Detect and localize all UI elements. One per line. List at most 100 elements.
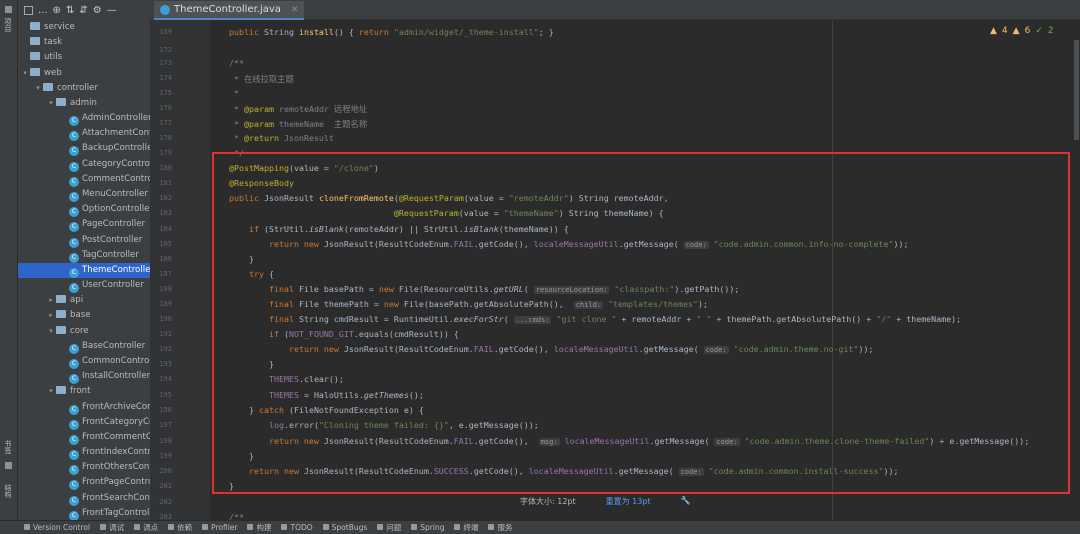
expand-arrow-icon[interactable]: ▸ [46, 293, 56, 308]
tree-folder[interactable]: ▸ base [18, 308, 150, 323]
expand-arrow-icon[interactable]: ▾ [46, 96, 56, 111]
collapse-icon[interactable]: ⇅ [66, 5, 74, 16]
status-tool-window[interactable]: 依赖 [168, 522, 192, 533]
tree-class-item[interactable]: C BaseController [18, 339, 150, 354]
code-line[interactable]: * @param themeName 主题名称 [229, 118, 367, 130]
tree-class-item[interactable]: C TagController [18, 248, 150, 263]
java-class-icon: C [69, 237, 79, 248]
tree-class-item[interactable]: C UserController [18, 278, 150, 294]
expand-arrow-icon[interactable]: ▾ [46, 384, 56, 399]
minimize-icon[interactable]: — [107, 5, 117, 16]
tree-item-label: web [44, 67, 62, 78]
code-line[interactable]: * [229, 88, 239, 98]
tool-window-icon [202, 524, 209, 530]
folder-icon [30, 52, 40, 61]
tree-class-item[interactable]: C AttachmentContr [18, 126, 150, 142]
project-icon[interactable] [5, 6, 12, 13]
code-line[interactable]: /** [229, 58, 244, 68]
tree-folder[interactable]: ▾ core [18, 324, 150, 339]
line-number: 177 [159, 119, 172, 127]
tree-item-label: PostController [82, 234, 143, 245]
status-tool-label: Version Control [33, 523, 91, 532]
status-tool-label: 调试 [109, 523, 125, 532]
expand-arrow-icon[interactable]: ▾ [46, 324, 56, 339]
code-line[interactable]: * 在线拉取主题 [229, 73, 294, 85]
editor-scrollbar[interactable] [1074, 40, 1079, 140]
expand-arrow-icon[interactable]: ▸ [46, 308, 56, 323]
gear-icon[interactable]: ⚙ [93, 5, 102, 16]
tree-class-item[interactable]: C FrontArchiveCont [18, 400, 150, 415]
close-icon[interactable]: ✕ [291, 1, 299, 19]
tab-theme-controller[interactable]: ThemeController.java ✕ [154, 1, 305, 20]
status-tool-window[interactable]: Profiler [202, 523, 237, 532]
expand-arrow-icon[interactable]: ▾ [33, 81, 43, 96]
tree-folder[interactable]: ▾ controller [18, 81, 150, 96]
status-tool-label: 依赖 [177, 523, 193, 532]
project-tool-label[interactable]: 项目 [3, 18, 13, 32]
tree-class-item[interactable]: CCategoryControlle [18, 157, 150, 172]
locate-icon[interactable]: ⊕ [53, 5, 61, 16]
tree-folder[interactable]: task [18, 35, 150, 50]
wrench-icon[interactable]: 🔧 [681, 496, 691, 510]
tree-class-item[interactable]: C FrontSearchContr [18, 491, 150, 506]
status-tool-window[interactable]: Spring [411, 523, 444, 532]
java-class-icon: C [69, 283, 79, 294]
weak-warning-icon: ▲ [1012, 26, 1020, 36]
tree-item-label: UserController [82, 280, 144, 291]
tree-folder[interactable]: utils [18, 50, 150, 65]
tree-class-item[interactable]: C PageController [18, 217, 150, 233]
status-tool-window[interactable]: Version Control [24, 523, 90, 532]
status-tool-window[interactable]: 调点 [134, 522, 158, 533]
tree-class-item[interactable]: CCommonControlle [18, 354, 150, 369]
tree-item-label: utils [44, 52, 63, 63]
more-label[interactable]: ... [38, 5, 48, 16]
tree-folder[interactable]: ▸ api [18, 293, 150, 308]
code-line[interactable]: * @return JsonResult [229, 133, 334, 143]
tree-folder[interactable]: service [18, 20, 150, 35]
status-tool-label: 问题 [386, 523, 402, 532]
line-number: 172 [159, 46, 172, 54]
line-number: 187 [159, 270, 172, 278]
status-tool-window[interactable]: 调试 [100, 522, 124, 533]
status-tool-window[interactable]: TODO [281, 523, 313, 532]
tree-class-item[interactable]: CFrontCategoryCor [18, 415, 150, 430]
tree-class-item[interactable]: CCommentControll [18, 172, 150, 187]
tree-class-item[interactable]: C InstallController [18, 369, 150, 385]
status-tool-window[interactable]: 终端 [454, 522, 478, 533]
code-line[interactable]: * @param remoteAddr 远程地址 [229, 103, 367, 115]
tree-folder[interactable]: ▾ web [18, 66, 150, 81]
status-tool-window[interactable]: 问题 [377, 522, 401, 533]
tree-class-item[interactable]: C ThemeController [18, 262, 150, 278]
tree-class-item[interactable]: CFrontOthersContro [18, 460, 150, 476]
reset-font-link[interactable]: 重置为 13pt [606, 496, 651, 510]
tree-class-item[interactable]: C FrontTagControlle [18, 506, 150, 520]
tree-class-item[interactable]: C FrontIndexContro [18, 445, 150, 461]
status-tool-window[interactable]: 构建 [247, 522, 271, 533]
tree-folder[interactable]: ▾ admin [18, 96, 150, 111]
status-tool-window[interactable]: 服务 [488, 522, 512, 533]
expand-arrow-icon[interactable]: ▾ [20, 66, 30, 81]
tree-item-label: MenuController [82, 188, 148, 199]
inspection-widget[interactable]: ▲ 4 ▲ 6 ✓ 2 [990, 26, 1054, 36]
status-tool-window[interactable]: SpotBugs [322, 523, 368, 532]
bookmark-icon[interactable] [5, 462, 12, 469]
java-class-icon: C [69, 222, 79, 233]
tree-folder[interactable]: ▾ front [18, 384, 150, 399]
java-class-icon: C [69, 267, 79, 278]
structure-tool-label[interactable]: 结构 [3, 484, 13, 498]
tree-class-item[interactable]: C MenuController [18, 187, 150, 202]
tree-class-item[interactable]: C OptionController [18, 202, 150, 218]
tree-item-label: admin [70, 97, 97, 108]
line-number: 200 [159, 467, 172, 475]
tree-class-item[interactable]: C FrontPageControl [18, 475, 150, 491]
status-tool-label: SpotBugs [331, 523, 368, 532]
bookmarks-tool-label[interactable]: 书签 [3, 440, 13, 454]
code-line[interactable]: public String install() { return "admin/… [229, 27, 554, 37]
panel-layout-icon[interactable] [24, 5, 33, 15]
tree-class-item[interactable]: C FrontCommentCo [18, 430, 150, 445]
tree-class-item[interactable]: C PostController [18, 233, 150, 248]
tree-class-item[interactable]: C BackupController [18, 141, 150, 157]
tree-class-item[interactable]: C AdminController [18, 111, 150, 127]
tree-item-label: CommonControlle [82, 355, 150, 366]
expand-icon[interactable]: ⇵ [79, 5, 87, 16]
